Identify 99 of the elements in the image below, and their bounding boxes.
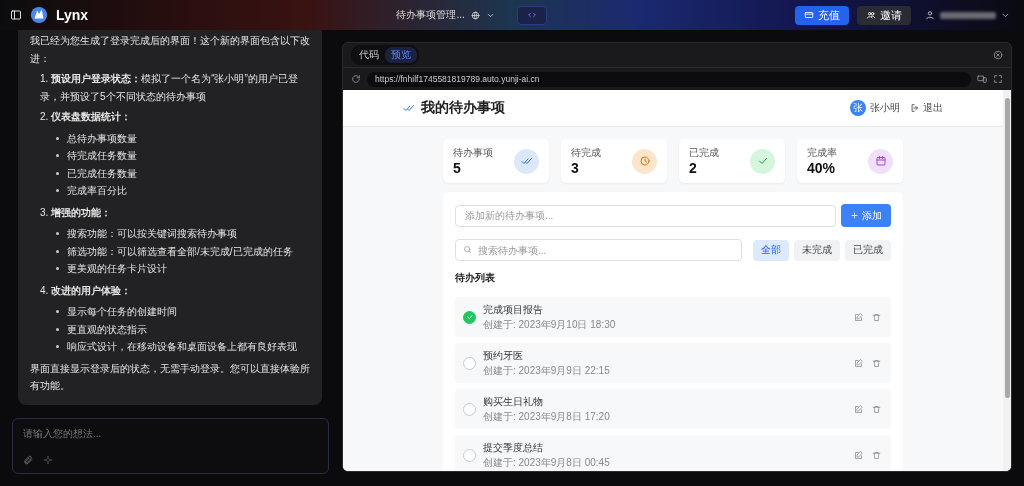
list-item-text: 待完成任务数量: [67, 149, 137, 163]
todo-checkbox[interactable]: [463, 310, 476, 324]
invite-button[interactable]: 邀请: [857, 5, 911, 25]
closing-text: 界面直接显示登录后的状态，无需手动登录。您可以直接体验所有功能。: [30, 361, 310, 393]
bullet-icon: [56, 154, 59, 158]
scrollbar[interactable]: [1003, 90, 1011, 471]
section-heading: 4. 改进的用户体验：: [40, 283, 133, 298]
edit-icon[interactable]: [854, 404, 863, 414]
filter-button[interactable]: 已完成: [845, 239, 891, 261]
project-title[interactable]: 待办事项管理...: [396, 8, 465, 22]
edit-icon[interactable]: [854, 312, 863, 322]
card-icon: [804, 10, 814, 20]
bullet-icon: [56, 249, 59, 253]
double-check-icon: [403, 102, 415, 114]
filter-button[interactable]: 未完成: [794, 239, 840, 261]
list-item-text: 总待办事项数量: [67, 131, 137, 146]
user-name: 张小明: [870, 101, 900, 115]
app-title: 我的待办事项: [421, 99, 505, 117]
list-title: 待办列表: [455, 271, 496, 285]
todo-created-time: 创建于: 2023年9月10日 18:30: [483, 317, 617, 332]
code-view-button[interactable]: [516, 5, 547, 25]
add-button[interactable]: 添加: [841, 204, 891, 227]
bullet-icon: [56, 171, 59, 175]
list-item-text: 筛选功能：可以筛选查看全部/未完成/已完成的任务: [67, 244, 293, 259]
stat-label: 待办事项: [453, 146, 494, 160]
edit-icon[interactable]: [854, 450, 863, 460]
list-item-text: 已完成任务数量: [67, 166, 137, 181]
list-item-text: 完成率百分比: [67, 184, 127, 198]
todo-checkbox[interactable]: [463, 356, 476, 370]
todo-title: 完成项目报告: [483, 302, 544, 317]
check-icon: [756, 155, 769, 167]
trash-icon[interactable]: [872, 404, 881, 414]
clock-icon: [638, 155, 651, 167]
new-todo-field[interactable]: 添加新的待办事项...: [455, 204, 836, 227]
double-check-icon: [520, 155, 533, 167]
filter-button[interactable]: 全部: [753, 239, 789, 261]
intro-text: 我已经为您生成了登录完成后的界面！这个新的界面包含以下改进：: [30, 34, 310, 66]
list-item-text: 响应式设计，在移动设备和桌面设备上都有良好表现: [67, 340, 297, 354]
section-heading: 2. 仪表盘数据统计：: [40, 110, 133, 124]
url-bar[interactable]: https://fnhilf1745581819789.auto.yunji-ai.cn: [367, 71, 971, 87]
message-input[interactable]: 请输入您的想法...: [12, 417, 329, 474]
edit-icon[interactable]: [854, 358, 863, 368]
calendar-icon: [874, 155, 887, 167]
bullet-icon: [56, 327, 59, 331]
logo-icon: [30, 6, 48, 24]
search-icon: [463, 245, 472, 254]
list-item-text: 更直观的状态指示: [67, 322, 147, 337]
list-item-text: 显示每个任务的创建时间: [67, 305, 177, 319]
todo-checkbox[interactable]: [463, 402, 476, 416]
stat-value: 5: [453, 160, 462, 176]
brand-name: Lynx: [56, 7, 89, 23]
list-item-text: 搜索功能：可以按关键词搜索待办事项: [67, 227, 237, 241]
view-tab[interactable]: 预览: [385, 47, 417, 63]
search-field[interactable]: 搜索待办事项...: [455, 239, 742, 261]
todo-title: 提交季度总结: [483, 440, 544, 455]
stat-label: 完成率: [807, 146, 838, 160]
input-placeholder: 请输入您的想法...: [23, 426, 103, 441]
trash-icon[interactable]: [872, 450, 881, 460]
user-avatar: 张: [850, 100, 866, 116]
redacted-username: [940, 11, 996, 19]
todo-title: 预约牙医: [483, 348, 524, 363]
code-icon: [526, 10, 537, 20]
bullet-icon: [56, 232, 59, 236]
todo-created-time: 创建于: 2023年9月8日 00:45: [483, 455, 611, 470]
user-icon: [925, 10, 935, 20]
sidebar-toggle-icon: [10, 9, 22, 21]
view-tab[interactable]: 代码: [353, 47, 385, 63]
sparkle-icon: [43, 455, 53, 465]
bullet-icon: [56, 267, 59, 271]
todo-created-time: 创建于: 2023年9月8日 17:20: [483, 409, 611, 424]
fullscreen-icon: [993, 74, 1003, 84]
logout-button[interactable]: 退出: [910, 101, 943, 115]
refresh-icon: [351, 74, 361, 84]
close-icon: [993, 50, 1003, 60]
bullet-icon: [56, 310, 59, 314]
stat-label: 待完成: [571, 146, 602, 160]
stat-value: 40%: [807, 160, 837, 176]
stat-label: 已完成: [689, 146, 720, 160]
todo-title: 购买生日礼物: [483, 394, 544, 409]
todo-created-time: 创建于: 2023年9月9日 22:15: [483, 363, 611, 378]
section-heading: 1. 预设用户登录状态：模拟了一个名为“张小明”的用户已登录，并预设了5个不同状态的待办事项: [40, 72, 299, 104]
trash-icon[interactable]: [872, 358, 881, 368]
todo-checkbox[interactable]: [463, 448, 476, 462]
trash-icon[interactable]: [872, 312, 881, 322]
list-item-text: 更美观的任务卡片设计: [67, 262, 167, 276]
devices-icon: [977, 74, 987, 84]
section-heading: 3. 增强的功能：: [40, 205, 113, 220]
logout-icon: [910, 103, 920, 113]
users-icon: [866, 10, 876, 20]
paperclip-icon: [23, 455, 33, 465]
bullet-icon: [56, 136, 59, 140]
bullet-icon: [56, 345, 59, 349]
plus-icon: [850, 211, 859, 220]
globe-icon: [470, 10, 480, 20]
stat-value: 2: [689, 160, 698, 176]
recharge-button[interactable]: 充值: [795, 5, 849, 25]
bullet-icon: [56, 189, 59, 193]
check-icon: [465, 313, 474, 321]
stat-value: 3: [571, 160, 580, 176]
